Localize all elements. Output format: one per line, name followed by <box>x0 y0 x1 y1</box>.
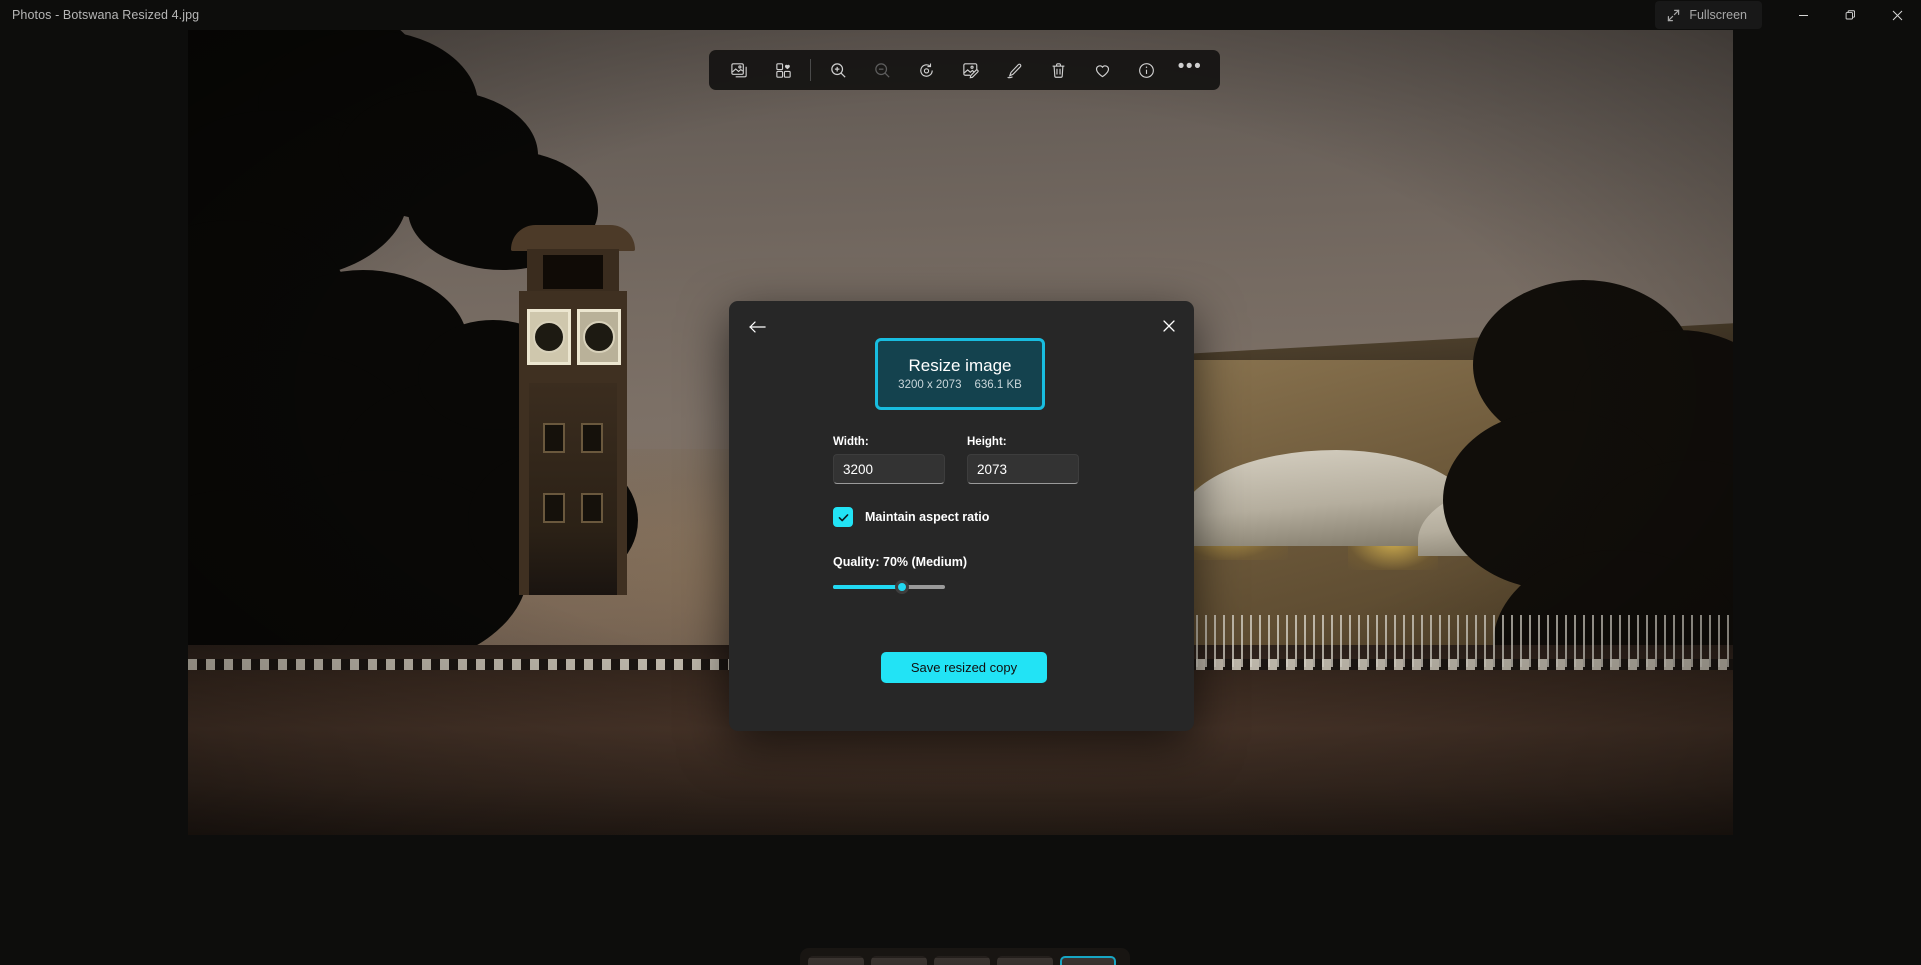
resize-card-title: Resize image <box>908 356 1012 376</box>
filmstrip-thumbnail[interactable] <box>871 956 927 965</box>
clock-face-right <box>577 309 621 365</box>
filmstrip-thumbnail-selected[interactable] <box>1060 956 1116 965</box>
dimension-fields: Width: Height: <box>833 436 1079 484</box>
image-dimensions: 3200 x 2073 <box>898 378 962 391</box>
width-label: Width: <box>833 436 869 448</box>
quality-slider-fill <box>833 585 903 589</box>
save-resized-copy-button[interactable]: Save resized copy <box>881 652 1047 683</box>
filmstrip-thumbnail[interactable] <box>808 956 864 965</box>
tower-roof <box>511 225 635 251</box>
maintain-aspect-ratio-row[interactable]: Maintain aspect ratio <box>833 507 989 527</box>
resize-image-dialog: Resize image 3200 x 2073 636.1 KB Width:… <box>729 301 1194 731</box>
close-button[interactable] <box>1874 0 1921 30</box>
close-dialog-button[interactable] <box>1152 311 1186 341</box>
clock-dial <box>533 321 565 353</box>
more-icon[interactable]: ••• <box>1168 52 1212 88</box>
clock-dial <box>583 321 615 353</box>
favorite-icon[interactable] <box>1080 52 1124 88</box>
collection-icon[interactable] <box>761 52 805 88</box>
back-button[interactable] <box>739 311 775 343</box>
height-input[interactable] <box>967 454 1079 484</box>
tower-belfry <box>527 249 619 295</box>
resize-image-card[interactable]: Resize image 3200 x 2073 636.1 KB <box>875 338 1045 410</box>
height-field-group: Height: <box>967 436 1079 484</box>
photo-toolbar: ••• <box>709 50 1220 90</box>
maintain-aspect-ratio-checkbox[interactable] <box>833 507 853 527</box>
rotate-icon[interactable] <box>904 52 948 88</box>
edit-image-icon[interactable] <box>948 52 992 88</box>
fullscreen-label: Fullscreen <box>1689 8 1747 22</box>
tower-shaft <box>529 383 617 595</box>
compare-photos-icon[interactable] <box>717 52 761 88</box>
maintain-aspect-ratio-label: Maintain aspect ratio <box>865 510 990 524</box>
filmstrip-thumbnail[interactable] <box>934 956 990 965</box>
resize-card-meta: 3200 x 2073 636.1 KB <box>898 379 1022 391</box>
title-bar: Photos - Botswana Resized 4.jpg Fullscre… <box>0 0 1921 30</box>
width-field-group: Width: <box>833 436 945 484</box>
photos-app-window: Photos - Botswana Resized 4.jpg Fullscre… <box>0 0 1921 965</box>
width-input[interactable] <box>833 454 945 484</box>
minimize-button[interactable] <box>1780 0 1827 30</box>
railing-fence <box>1115 615 1733 667</box>
markup-icon[interactable] <box>992 52 1036 88</box>
filmstrip-thumbnail[interactable] <box>997 956 1053 965</box>
fullscreen-icon <box>1667 9 1680 22</box>
quality-label: Quality: 70% (Medium) <box>833 555 968 569</box>
image-filesize: 636.1 KB <box>974 378 1022 391</box>
quality-slider-thumb[interactable] <box>895 580 910 594</box>
height-label: Height: <box>967 436 1007 448</box>
zoom-in-icon[interactable] <box>816 52 860 88</box>
toolbar-separator <box>810 59 811 81</box>
filmstrip <box>800 948 1130 965</box>
tower-body <box>519 291 627 595</box>
quality-block: Quality: 70% (Medium) <box>833 555 1033 595</box>
more-glyph: ••• <box>1177 55 1203 77</box>
quality-slider[interactable] <box>833 579 945 595</box>
maximize-button[interactable] <box>1827 0 1874 30</box>
window-title: Photos - Botswana Resized 4.jpg <box>12 8 200 22</box>
clock-face-left <box>527 309 571 365</box>
fullscreen-button[interactable]: Fullscreen <box>1655 1 1762 29</box>
clock-tower <box>511 225 635 595</box>
zoom-out-icon[interactable] <box>860 52 904 88</box>
window-controls <box>1780 0 1921 30</box>
info-icon[interactable] <box>1124 52 1168 88</box>
delete-icon[interactable] <box>1036 52 1080 88</box>
